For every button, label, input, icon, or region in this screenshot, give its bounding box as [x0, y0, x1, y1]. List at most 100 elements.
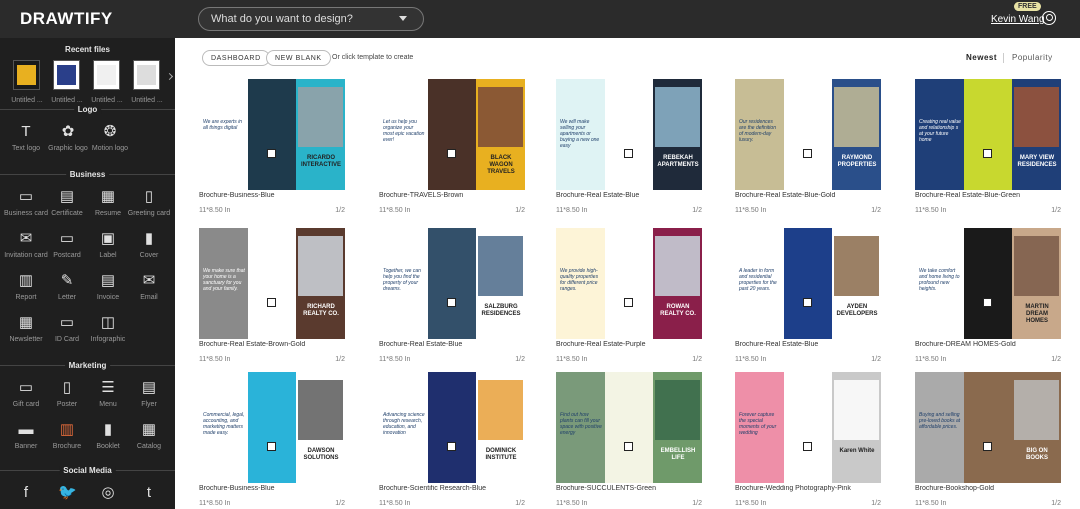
sidebar-item-poster[interactable]: ▯ Poster: [45, 379, 89, 408]
invoice-icon: ▤: [100, 272, 116, 289]
newsletter-icon: ▦: [18, 314, 34, 331]
qr-code-icon: [447, 442, 456, 451]
template-preview[interactable]: Creating real value and relationship s a…: [915, 79, 1061, 190]
sidebar-item-brochure[interactable]: ▥ Brochure: [45, 421, 89, 450]
sidebar-item-banner[interactable]: ▬ Banner: [4, 421, 48, 450]
brochure-headline: DAWSON SOLUTIONS: [303, 448, 339, 461]
sidebar-item-gift-card[interactable]: ▭ Gift card: [4, 379, 48, 408]
sidebar-item-menu[interactable]: ☰ Menu: [86, 379, 130, 408]
template-card[interactable]: Buying and selling pre-loved books at af…: [915, 372, 1061, 509]
chevron-down-icon[interactable]: [399, 16, 407, 21]
template-card[interactable]: Together, we can help you find the prope…: [379, 228, 525, 365]
template-card[interactable]: Our residences are the definition of mod…: [735, 79, 881, 216]
sidebar-item-motion-logo[interactable]: ❂ Motion logo: [88, 123, 132, 152]
sidebar-item-label: Letter: [58, 294, 76, 301]
sidebar-item-report[interactable]: ▥ Report: [4, 272, 48, 301]
dashboard-button[interactable]: DASHBOARD: [202, 50, 270, 66]
qr-code-icon: [267, 149, 276, 158]
brochure-panel: [248, 228, 296, 339]
sidebar-item-tumblr[interactable]: t: [127, 484, 171, 502]
app-logo[interactable]: DRAWTIFY: [20, 9, 113, 29]
recent-file-thumbnail[interactable]: [93, 60, 120, 90]
sidebar-item-instagram[interactable]: ◎: [86, 484, 130, 502]
template-size: 11*8.50 In: [199, 500, 231, 507]
template-preview[interactable]: A leader in form and residential propert…: [735, 228, 881, 339]
sidebar-item-graphic-logo[interactable]: ✿ Graphic logo: [46, 123, 90, 152]
sidebar-item-label[interactable]: ▣ Label: [86, 230, 130, 259]
template-meta: 11*8.50 In 1/2: [199, 500, 345, 509]
sidebar-item-certificate[interactable]: ▤ Certificate: [45, 188, 89, 217]
sort-popularity[interactable]: Popularity: [1012, 53, 1053, 62]
template-pages: 1/2: [515, 356, 525, 363]
template-card[interactable]: We take comfort and home living to profo…: [915, 228, 1061, 365]
template-card[interactable]: A leader in form and residential propert…: [735, 228, 881, 365]
sidebar-item-booklet[interactable]: ▮ Booklet: [86, 421, 130, 450]
new-blank-button[interactable]: NEW BLANK: [266, 50, 331, 66]
sidebar-item-business-card[interactable]: ▭ Business card: [4, 188, 48, 217]
sidebar-item-id-card[interactable]: ▭ ID Card: [45, 314, 89, 343]
template-card[interactable]: Let us help you organize your most epic …: [379, 79, 525, 216]
main-content: DASHBOARD NEW BLANK Or click template to…: [175, 38, 1080, 509]
sidebar-item-invoice[interactable]: ▤ Invoice: [86, 272, 130, 301]
template-card[interactable]: Find out how plants can fill your space …: [556, 372, 702, 509]
sidebar-item-twitter[interactable]: 🐦: [45, 484, 89, 502]
template-preview[interactable]: Advancing science through research, educ…: [379, 372, 525, 483]
sidebar-item-resume[interactable]: ▦ Resume: [86, 188, 130, 217]
sidebar-item-flyer[interactable]: ▤ Flyer: [127, 379, 171, 408]
template-card[interactable]: Advancing science through research, educ…: [379, 372, 525, 509]
template-preview[interactable]: We make sure that your home is a sanctua…: [199, 228, 345, 339]
template-preview[interactable]: Find out how plants can fill your space …: [556, 372, 702, 483]
brochure-icon: ▥: [59, 421, 75, 438]
sidebar-item-postcard[interactable]: ▭ Postcard: [45, 230, 89, 259]
template-name: Brochure-Wedding Photography-Pink: [735, 485, 851, 492]
sidebar-item-label: Invitation card: [4, 252, 48, 259]
sidebar-item-facebook[interactable]: f: [4, 484, 48, 502]
brochure-panel: [248, 372, 296, 483]
sort-newest[interactable]: Newest: [966, 53, 997, 62]
template-card[interactable]: Creating real value and relationship s a…: [915, 79, 1061, 216]
template-card[interactable]: Commercial, legal, accounting, and marke…: [199, 372, 345, 509]
template-name: Brochure-DREAM HOMES-Gold: [915, 341, 1016, 348]
template-card[interactable]: We will make selling your apartments or …: [556, 79, 702, 216]
brochure-photo: [834, 236, 879, 296]
template-card[interactable]: We are experts in all things digital RICA…: [199, 79, 345, 216]
template-preview[interactable]: Buying and selling pre-loved books at af…: [915, 372, 1061, 483]
brochure-photo: [1014, 236, 1059, 296]
sidebar-item-newsletter[interactable]: ▦ Newsletter: [4, 314, 48, 343]
sidebar-item-greeting-card[interactable]: ▯ Greeting card: [127, 188, 171, 217]
recent-file-label: Untitled ...: [91, 97, 123, 104]
sidebar-item-infographic[interactable]: ◫ Infographic: [86, 314, 130, 343]
template-card[interactable]: We provide high-quality properties for d…: [556, 228, 702, 365]
sidebar-item-email[interactable]: ✉ Email: [127, 272, 171, 301]
template-preview[interactable]: We take comfort and home living to profo…: [915, 228, 1061, 339]
recent-file-thumbnail[interactable]: [133, 60, 160, 90]
chevron-right-icon[interactable]: [165, 72, 174, 81]
thumbnail-image: [97, 65, 116, 85]
user-name-link[interactable]: Kevin Wang: [991, 14, 1045, 25]
brochure-photo: [834, 380, 879, 440]
sidebar-item-label: Motion logo: [91, 145, 129, 152]
sidebar-item-invitation-card[interactable]: ✉ Invitation card: [4, 230, 48, 259]
brochure-panel: [964, 228, 1012, 339]
template-preview[interactable]: We are experts in all things digital RICA…: [199, 79, 345, 190]
sidebar-item-letter[interactable]: ✎ Letter: [45, 272, 89, 301]
template-preview[interactable]: Forever capture the special moments of y…: [735, 372, 881, 483]
brochure-panel: [605, 79, 653, 190]
thumbnail-image: [17, 65, 36, 85]
template-preview[interactable]: We provide high-quality properties for d…: [556, 228, 702, 339]
sidebar-item-cover[interactable]: ▮ Cover: [127, 230, 171, 259]
template-card[interactable]: Forever capture the special moments of y…: [735, 372, 881, 509]
sidebar-item-text-logo[interactable]: T Text logo: [4, 123, 48, 152]
template-card[interactable]: We make sure that your home is a sanctua…: [199, 228, 345, 365]
recent-file-thumbnail[interactable]: [13, 60, 40, 90]
template-preview[interactable]: Together, we can help you find the prope…: [379, 228, 525, 339]
recent-file-thumbnail[interactable]: [53, 60, 80, 90]
template-preview[interactable]: Our residences are the definition of mod…: [735, 79, 881, 190]
template-preview[interactable]: We will make selling your apartments or …: [556, 79, 702, 190]
template-preview[interactable]: Commercial, legal, accounting, and marke…: [199, 372, 345, 483]
account-icon[interactable]: [1042, 11, 1056, 25]
template-preview[interactable]: Let us help you organize your most epic …: [379, 79, 525, 190]
search-dropdown[interactable]: What do you want to design?: [198, 7, 424, 31]
sidebar-item-catalog[interactable]: ▦ Catalog: [127, 421, 171, 450]
brochure-panel: [784, 228, 832, 339]
